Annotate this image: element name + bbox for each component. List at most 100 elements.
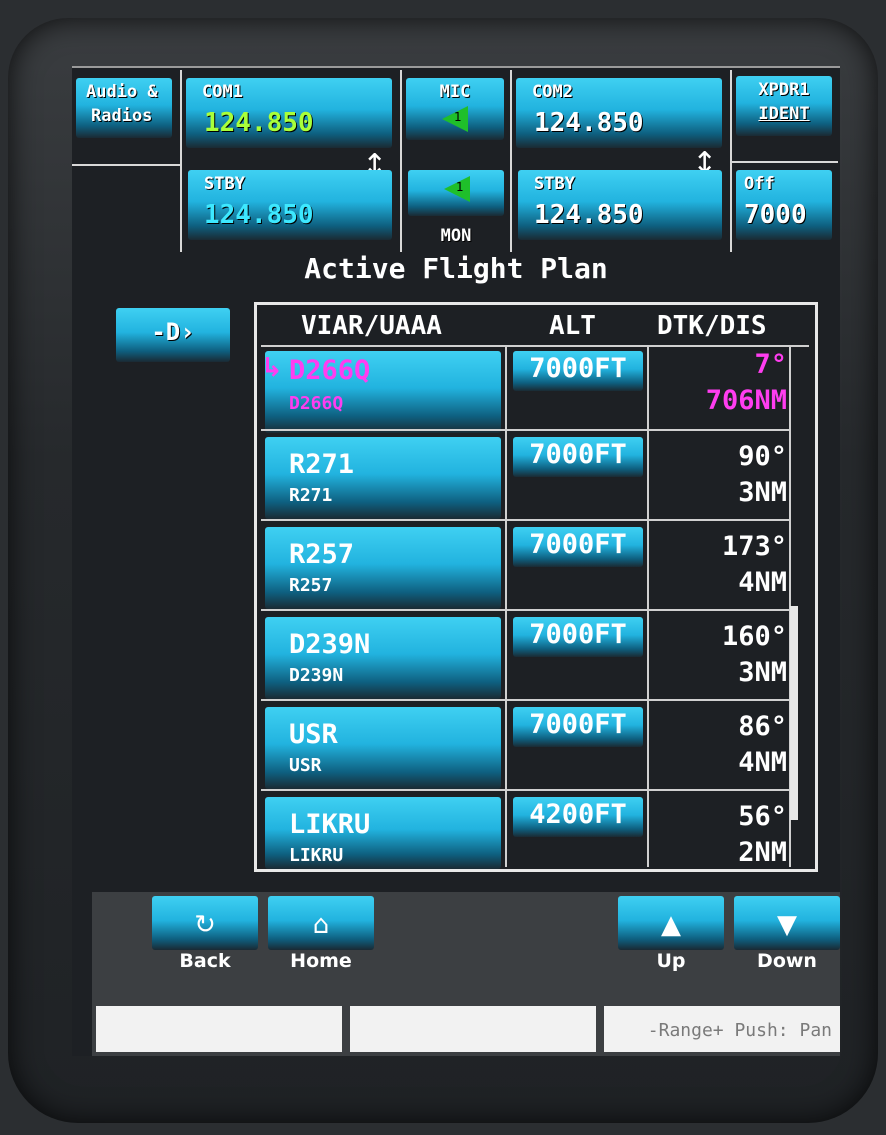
altitude-value: 7000FT (529, 709, 627, 740)
row-divider (261, 429, 791, 431)
xpdr-ident-button[interactable]: XPDR1 IDENT (736, 76, 832, 136)
altitude-value: 4200FT (529, 799, 627, 830)
mic-label: MIC (439, 82, 471, 102)
divider-v2 (400, 70, 402, 252)
com1-stby-label: STBY (204, 174, 245, 194)
flight-plan-row[interactable]: D239N D239N 7000FT 160° 3NM (257, 613, 815, 703)
row-divider (261, 789, 791, 791)
dis-value: 4NM (738, 747, 787, 778)
dis-value: 706NM (705, 385, 787, 416)
softkey-right[interactable]: -Range+ Push: Pan (604, 1006, 840, 1052)
direct-to-icon: -D› (151, 318, 195, 346)
table-scrollbar[interactable] (790, 606, 798, 820)
waypoint-sub: USR (289, 755, 322, 776)
dis-value: 3NM (738, 477, 787, 508)
divider-v4 (730, 70, 732, 252)
waypoint-sub: D239N (289, 665, 344, 686)
xpdr-mode: Off (744, 174, 775, 194)
row-divider (261, 609, 791, 611)
back-icon: ↻ (194, 910, 216, 940)
waypoint-button[interactable]: R271 R271 (265, 437, 501, 519)
altitude-button[interactable]: 7000FT (513, 707, 643, 747)
back-button[interactable]: ↻ (152, 896, 258, 950)
waypoint-sub: R257 (289, 575, 333, 596)
divider-audio (72, 164, 180, 166)
active-leg-arrow-icon: ↳ (261, 353, 283, 383)
xpdr-code: 7000 (744, 200, 807, 230)
altitude-button[interactable]: 7000FT (513, 437, 643, 477)
softkey-middle[interactable] (350, 1006, 596, 1052)
dtk-value: 90° (738, 441, 787, 472)
page-title: Active Flight Plan (304, 252, 608, 285)
dtk-value: 173° (721, 531, 787, 562)
dtk-value: 7° (754, 349, 787, 380)
divider-v1 (180, 70, 182, 252)
altitude-value: 7000FT (529, 529, 627, 560)
dis-value: 4NM (738, 567, 787, 598)
altitude-value: 7000FT (529, 353, 627, 384)
up-button[interactable]: ▲ (618, 896, 724, 950)
waypoint-name: R257 (289, 539, 355, 570)
audio-radios-button[interactable]: Audio & Radios (76, 78, 172, 138)
altitude-button[interactable]: 4200FT (513, 797, 643, 837)
com2-active-button[interactable]: COM2 124.850 (516, 78, 722, 148)
dtk-value: 56° (738, 801, 787, 832)
home-icon: ⌂ (312, 910, 330, 940)
xpdr-code-button[interactable]: Off 7000 (736, 170, 832, 240)
waypoint-button[interactable]: LIKRU LIKRU (265, 797, 501, 869)
col-header-waypoint: VIAR/UAAA (301, 311, 442, 341)
flight-plan-row[interactable]: USR USR 7000FT 86° 4NM (257, 703, 815, 793)
waypoint-button[interactable]: USR USR (265, 707, 501, 789)
softkey-left[interactable] (96, 1006, 342, 1052)
mic-triangle-icon: 1 (442, 106, 468, 132)
row-divider (261, 699, 791, 701)
flight-plan-table: VIAR/UAAA ALT DTK/DIS ↳ D266Q D266Q 7000… (254, 302, 818, 872)
dis-value: 3NM (738, 657, 787, 688)
home-button[interactable]: ⌂ (268, 896, 374, 950)
dis-value: 2NM (738, 837, 787, 868)
home-label: Home (290, 950, 352, 972)
com1-active-button[interactable]: COM1 124.850 (186, 78, 392, 148)
back-label: Back (179, 950, 231, 972)
waypoint-name: D239N (289, 629, 371, 660)
com2-active-freq: 124.850 (534, 108, 644, 138)
up-arrow-icon: ▲ (661, 910, 681, 940)
range-pan-hint: -Range+ Push: Pan (647, 1020, 832, 1041)
up-label: Up (656, 950, 686, 972)
down-arrow-icon: ▼ (777, 910, 797, 940)
waypoint-sub: LIKRU (289, 845, 344, 866)
waypoint-button[interactable]: R257 R257 (265, 527, 501, 609)
audio-label-2: Radios (91, 106, 153, 126)
flight-plan-row[interactable]: R271 R271 7000FT 90° 3NM (257, 433, 815, 523)
mon-button[interactable]: 1 (408, 170, 504, 216)
flight-plan-row[interactable]: R257 R257 7000FT 173° 4NM (257, 523, 815, 613)
waypoint-name: USR (289, 719, 338, 750)
flight-plan-row[interactable]: ↳ D266Q D266Q 7000FT 7° 706NM (257, 347, 815, 437)
waypoint-sub: D266Q (289, 393, 344, 414)
gtc-screen: Audio & Radios COM1 124.850 ↕ STBY 124.8… (72, 66, 840, 1056)
com1-active-freq: 124.850 (204, 108, 314, 138)
altitude-button[interactable]: 7000FT (513, 351, 643, 391)
dtk-value: 86° (738, 711, 787, 742)
com1-standby-button[interactable]: STBY 124.850 (188, 170, 392, 240)
com1-standby-freq: 124.850 (204, 200, 314, 230)
audio-label-1: Audio & (86, 82, 158, 102)
ident-label: IDENT (758, 104, 810, 124)
com2-stby-label: STBY (534, 174, 575, 194)
down-button[interactable]: ▼ (734, 896, 840, 950)
flight-plan-row[interactable]: LIKRU LIKRU 4200FT 56° 2NM (257, 793, 815, 869)
waypoint-name: R271 (289, 449, 355, 480)
waypoint-sub: R271 (289, 485, 333, 506)
divider-xpdr (730, 161, 838, 163)
mon-label: MON (440, 226, 472, 246)
altitude-button[interactable]: 7000FT (513, 527, 643, 567)
altitude-button[interactable]: 7000FT (513, 617, 643, 657)
col-header-dtk: DTK/DIS (657, 311, 767, 341)
mon-triangle-icon: 1 (444, 176, 470, 202)
mic-button[interactable]: MIC 1 (406, 78, 504, 140)
waypoint-button[interactable]: D239N D239N (265, 617, 501, 699)
com2-standby-button[interactable]: STBY 124.850 (518, 170, 722, 240)
xpdr-label: XPDR1 (758, 80, 810, 100)
waypoint-button[interactable]: ↳ D266Q D266Q (261, 351, 501, 433)
direct-to-button[interactable]: -D› (116, 308, 230, 362)
